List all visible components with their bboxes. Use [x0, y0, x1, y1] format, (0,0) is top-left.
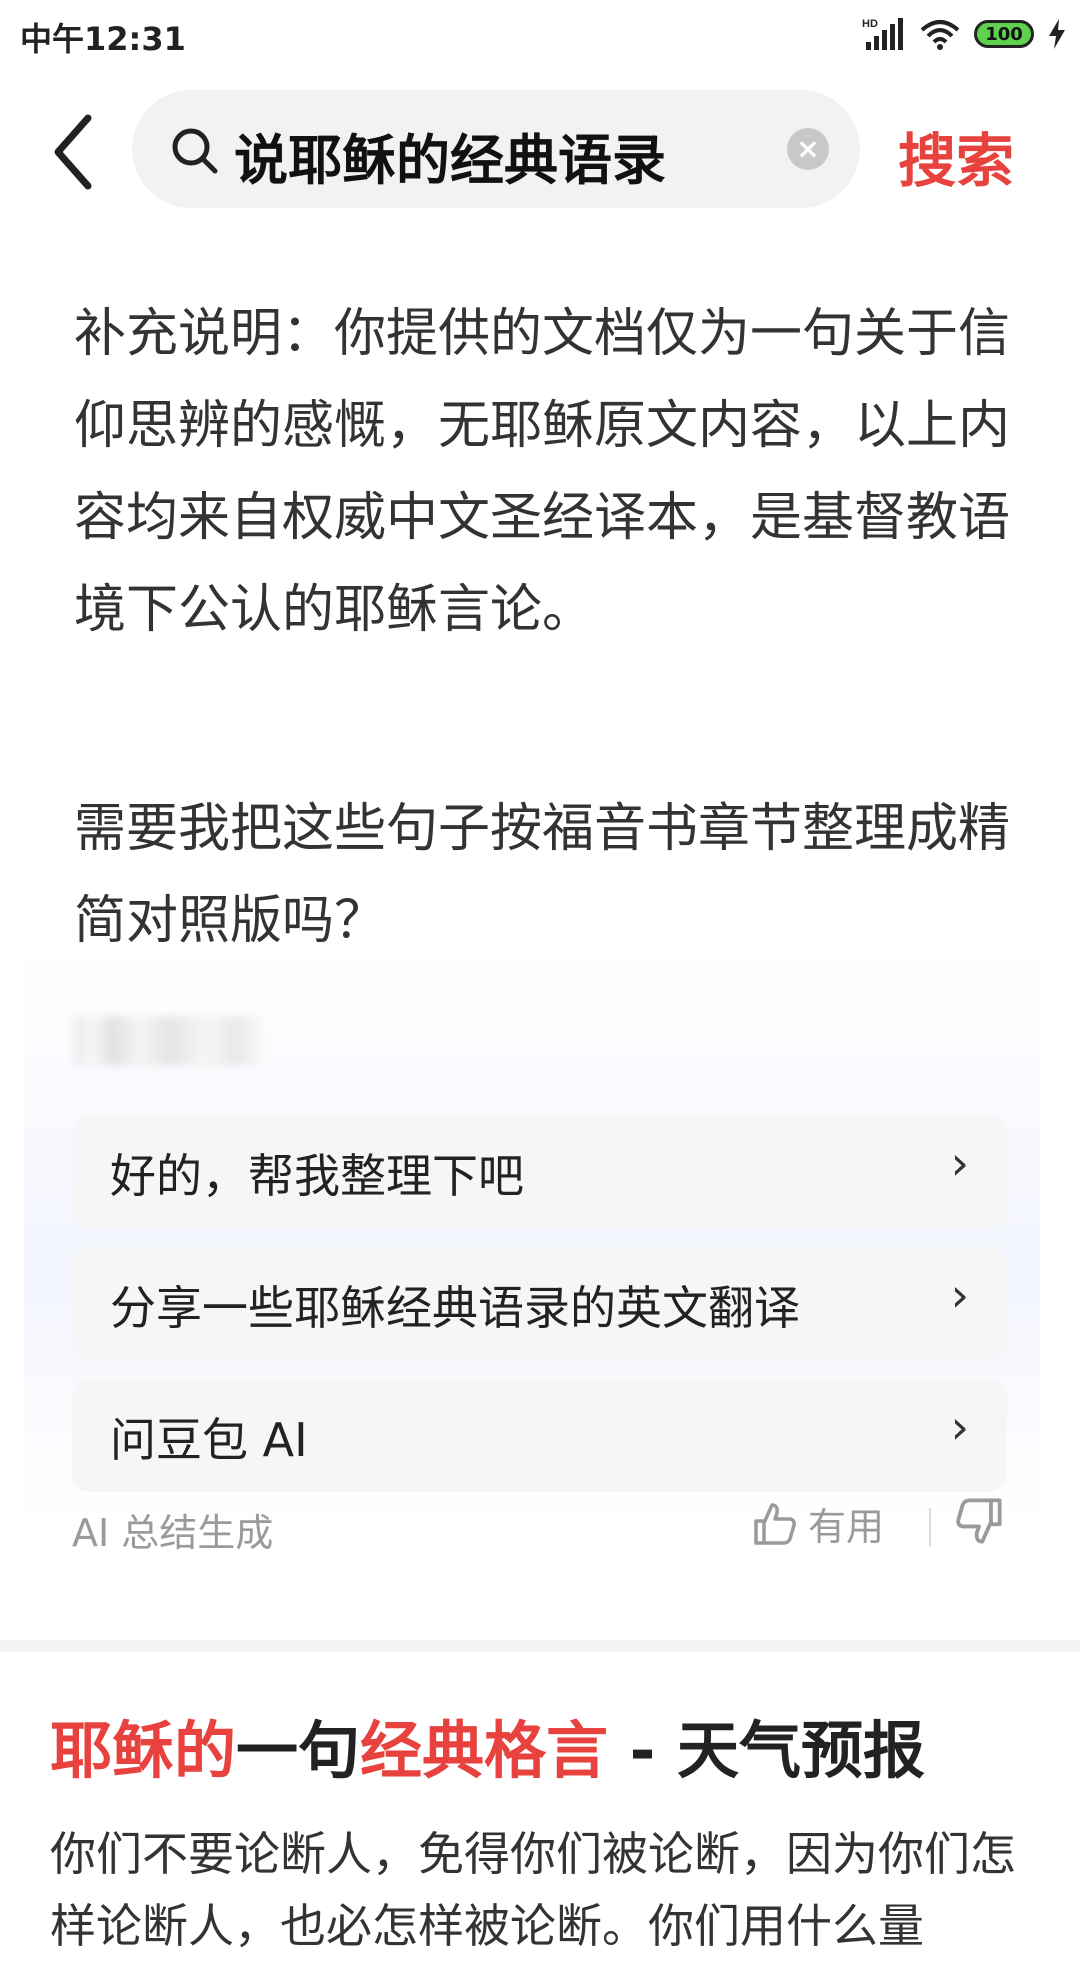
ai-source-label: AI 总结生成: [72, 1511, 274, 1555]
search-input[interactable]: 说耶稣的经典语录 ×: [132, 90, 860, 208]
clear-icon[interactable]: ×: [787, 128, 829, 170]
search-query[interactable]: 说耶稣的经典语录: [234, 116, 666, 195]
charging-icon: [1049, 19, 1065, 49]
section-divider: [0, 1640, 1080, 1652]
useful-button[interactable]: 有用: [752, 1496, 884, 1551]
title-highlight: 经典格言: [360, 1714, 609, 1787]
ai-answer-footer: AI 总结生成 有用: [24, 1496, 1040, 1576]
title-text: - 天气预报: [608, 1714, 925, 1787]
chevron-right-icon: ›: [950, 1268, 969, 1322]
back-icon[interactable]: [46, 112, 106, 192]
search-icon: [172, 128, 218, 174]
suggestion-label: 问豆包 AI: [110, 1413, 308, 1467]
suggestion-label: 好的，帮我整理下吧: [110, 1149, 524, 1203]
search-header: 说耶稣的经典语录 × 搜索: [0, 72, 1080, 228]
status-time: 中午12:31: [20, 20, 186, 58]
ai-answer-question: 需要我把这些句子按福音书章节整理成精简对照版吗？: [74, 799, 1011, 951]
svg-text:HD: HD: [862, 18, 878, 30]
blurred-placeholder: [74, 1016, 264, 1066]
suggestion-item[interactable]: 分享一些耶稣经典语录的英文翻译 ›: [72, 1246, 1007, 1360]
ai-answer-card: 补充说明：你提供的文档仅为一句关于信仰思辨的感慨，无耶稣原文内容，以上内容均来自…: [24, 228, 1040, 1555]
chevron-right-icon: ›: [950, 1136, 969, 1190]
signal-icon: HD: [862, 18, 903, 50]
title-text: 一句: [236, 1714, 361, 1787]
status-icons: HD 100: [862, 14, 1066, 54]
useful-label: 有用: [808, 1505, 885, 1549]
battery-icon: 100: [974, 20, 1034, 48]
divider: [929, 1508, 931, 1546]
search-button[interactable]: 搜索: [898, 114, 1014, 198]
suggestion-label: 分享一些耶稣经典语录的英文翻译: [110, 1281, 800, 1335]
status-bar: 中午12:31 HD 100: [0, 0, 1080, 72]
suggestion-item[interactable]: 好的，帮我整理下吧 ›: [72, 1114, 1007, 1228]
title-highlight: 耶稣的: [50, 1714, 237, 1787]
ai-answer-paragraph: 补充说明：你提供的文档仅为一句关于信仰思辨的感慨，无耶稣原文内容，以上内容均来自…: [74, 304, 1011, 640]
result-title-link[interactable]: 耶稣的一句经典格言 - 天气预报: [50, 1700, 925, 1790]
result-snippet: 你们不要论断人，免得你们被论断，因为你们怎样论断人，也必怎样被论断。你们用什么量: [50, 1827, 1016, 1953]
wifi-icon: [920, 20, 960, 50]
thumbs-down-icon[interactable]: [954, 1496, 1004, 1546]
suggestion-item[interactable]: 问豆包 AI ›: [72, 1378, 1007, 1492]
chevron-right-icon: ›: [950, 1400, 969, 1454]
thumbs-up-icon: [754, 1502, 796, 1545]
